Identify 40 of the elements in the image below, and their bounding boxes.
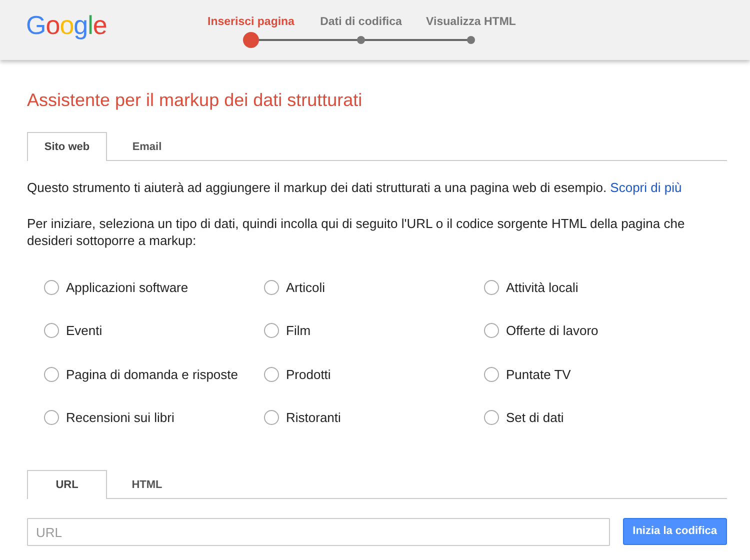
radio-button[interactable] bbox=[264, 280, 279, 295]
tab[interactable]: URL bbox=[27, 470, 107, 500]
learn-more-link[interactable]: Scopri di più bbox=[610, 180, 682, 196]
radio-button[interactable] bbox=[264, 410, 279, 426]
radio-button[interactable] bbox=[44, 323, 59, 338]
radio-label[interactable]: Recensioni sui libri bbox=[66, 408, 174, 428]
tab[interactable]: HTML bbox=[107, 470, 187, 500]
radio-label[interactable]: Puntate TV bbox=[506, 364, 571, 384]
radio-button[interactable] bbox=[44, 410, 59, 426]
radio-label[interactable]: Set di dati bbox=[506, 408, 564, 428]
radio-label[interactable]: Applicazioni software bbox=[66, 278, 188, 298]
radio-label[interactable]: Attività locali bbox=[506, 278, 578, 298]
step-dot[interactable] bbox=[243, 32, 259, 48]
url-field[interactable]: URL bbox=[27, 518, 610, 546]
radio-label[interactable]: Articoli bbox=[286, 278, 326, 298]
radio-button[interactable] bbox=[264, 366, 279, 382]
instructions-text: Per iniziare, seleziona un tipo di dati, quindi incolla qui di seguito l'URL o il codice sorgente HTML della pagina che desideri sottoporre a markup: bbox=[27, 214, 686, 250]
step-dot[interactable] bbox=[357, 36, 365, 44]
radio-button[interactable] bbox=[484, 323, 499, 338]
radio-button[interactable] bbox=[264, 323, 279, 338]
intro-text: Questo strumento ti aiuterà ad aggiungere il markup dei dati strutturati a una pagina web di esempio. Scopri di più bbox=[27, 179, 683, 197]
radio-label[interactable]: Ristoranti bbox=[286, 408, 341, 428]
tab[interactable]: Email bbox=[107, 132, 187, 162]
radio-label[interactable]: Prodotti bbox=[286, 364, 331, 384]
step-label: Inserisci pagina bbox=[208, 15, 294, 30]
tab[interactable]: Sito web bbox=[27, 132, 107, 162]
radio-button[interactable] bbox=[44, 280, 59, 295]
radio-label[interactable]: Pagina di domanda e risposte bbox=[66, 364, 238, 384]
google-logo: Google bbox=[26, 12, 108, 38]
radio-button[interactable] bbox=[484, 280, 499, 295]
page-title: Assistente per il markup dei dati strutturati bbox=[27, 90, 364, 112]
step-label: Visualizza HTML bbox=[426, 15, 516, 30]
radio-label[interactable]: Film bbox=[286, 321, 311, 341]
step-dot[interactable] bbox=[467, 36, 475, 44]
radio-label[interactable]: Eventi bbox=[66, 321, 102, 341]
radio-button[interactable] bbox=[484, 366, 499, 382]
radio-button[interactable] bbox=[44, 366, 59, 382]
radio-label[interactable]: Offerte di lavoro bbox=[506, 321, 598, 341]
step-label: Dati di codifica bbox=[320, 15, 402, 30]
radio-button[interactable] bbox=[484, 410, 499, 426]
